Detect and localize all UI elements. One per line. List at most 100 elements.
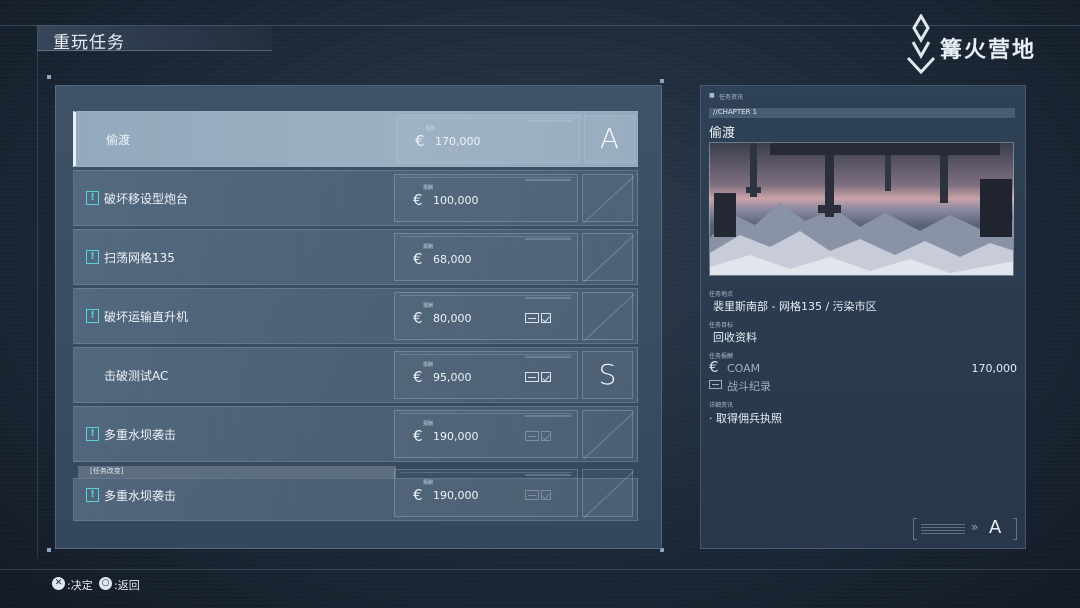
alert-icon: ! bbox=[86, 191, 99, 205]
detail-header-marker: ■ bbox=[709, 92, 715, 99]
detail-mission-title: 偷渡 bbox=[709, 126, 736, 141]
rank-letter: S bbox=[598, 358, 617, 391]
coam-icon: € bbox=[413, 191, 423, 209]
special-label: 详细资讯 bbox=[709, 402, 734, 409]
reward-label: 报酬 bbox=[423, 185, 434, 191]
alert-icon: ! bbox=[86, 427, 99, 441]
reward-box: 报酬 €95,000 bbox=[394, 351, 578, 399]
location-label: 任务地点 bbox=[709, 291, 734, 298]
rank-box bbox=[582, 410, 633, 458]
detail-rank-footer: » A bbox=[913, 517, 1017, 540]
battle-log-icon bbox=[525, 372, 551, 382]
mission-name: 多重水坝袭击 bbox=[104, 428, 177, 442]
mission-detail-panel: ■ 任务资讯 //CHAPTER 1 偷渡 任务地点 裴里斯南部 - 网格135… bbox=[700, 85, 1026, 549]
battle-log-icon bbox=[525, 490, 551, 500]
double-chevron-icon: » bbox=[971, 520, 979, 534]
mission-name: 多重水坝袭击 bbox=[104, 489, 177, 503]
flame-logo-icon bbox=[906, 14, 936, 75]
alert-icon: ! bbox=[86, 309, 99, 323]
mission-row[interactable]: ! 破坏运输直升机 报酬 €80,000 bbox=[73, 288, 638, 344]
cross-button-icon[interactable]: ✕ bbox=[52, 577, 65, 590]
chapter-label: //CHAPTER 1 bbox=[713, 108, 758, 116]
mission-row[interactable]: ! 多重水坝袭击 报酬 €190,000 bbox=[73, 469, 638, 521]
reward-value: 170,000 bbox=[435, 135, 481, 148]
logo-text: 篝火营地 bbox=[940, 38, 1037, 63]
left-frame-line bbox=[37, 26, 38, 558]
mission-change-tag: [任务改变] bbox=[78, 466, 396, 478]
coam-icon: € bbox=[413, 250, 423, 268]
mission-name: 破坏运输直升机 bbox=[104, 310, 189, 324]
bottom-frame-line bbox=[0, 569, 1080, 570]
reward-box: 报酬 €190,000 bbox=[394, 410, 578, 458]
rank-box bbox=[582, 233, 633, 281]
mission-row[interactable]: ! 多重水坝袭击 报酬 €190,000 bbox=[73, 406, 638, 462]
reward-row: € COAM 170,000 bbox=[709, 358, 1018, 376]
alert-icon: ! bbox=[86, 250, 99, 264]
detail-header-label: 任务资讯 bbox=[719, 94, 744, 101]
battle-log-icon bbox=[525, 313, 551, 323]
mission-row[interactable]: 击破测试AC 报酬 €95,000 S bbox=[73, 347, 638, 403]
detail-rank-letter: A bbox=[989, 517, 1002, 538]
bracket-left bbox=[913, 518, 917, 540]
reward-box: 报酬 €100,000 bbox=[394, 174, 578, 222]
reward-label: 报酬 bbox=[423, 244, 434, 250]
coam-icon: € bbox=[709, 358, 719, 376]
coam-icon: € bbox=[413, 427, 423, 445]
chapter-bar: //CHAPTER 1 bbox=[709, 108, 1015, 118]
screen-title: 重玩任务 bbox=[53, 33, 125, 53]
mission-row[interactable]: ! 破坏移设型炮台 报酬 €100,000 bbox=[73, 170, 638, 226]
battle-log-row: 战斗纪录 bbox=[709, 378, 909, 393]
reward-box: 报酬 €190,000 bbox=[394, 469, 578, 517]
coam-icon: € bbox=[413, 368, 423, 386]
mission-preview-image bbox=[709, 142, 1014, 276]
reward-label: 报酬 bbox=[425, 126, 436, 132]
reward-value: 190,000 bbox=[433, 489, 479, 502]
alert-icon: ! bbox=[86, 488, 99, 502]
location-value: 裴里斯南部 - 网格135 / 污染市区 bbox=[713, 300, 877, 313]
back-label: :返回 bbox=[114, 579, 140, 592]
confirm-label: :决定 bbox=[67, 579, 93, 592]
mission-name: 击破测试AC bbox=[104, 369, 169, 383]
reward-label: 报酬 bbox=[423, 421, 434, 427]
rank-box: A bbox=[584, 115, 635, 163]
rank-box bbox=[582, 292, 633, 340]
objective-value: 回收资料 bbox=[713, 331, 757, 344]
battle-log-icon bbox=[525, 431, 551, 441]
reward-value: 68,000 bbox=[433, 253, 472, 266]
mission-name: 破坏移设型炮台 bbox=[104, 192, 189, 206]
reward-label: 报酬 bbox=[423, 480, 434, 486]
mission-row[interactable]: ! 扫荡网格135 报酬 €68,000 bbox=[73, 229, 638, 285]
circle-button-icon[interactable]: ○ bbox=[99, 577, 112, 590]
reward-currency: COAM bbox=[727, 362, 761, 375]
reward-value: 100,000 bbox=[433, 194, 479, 207]
reward-label: 报酬 bbox=[423, 303, 434, 309]
reward-value: 190,000 bbox=[433, 430, 479, 443]
battle-log-icon bbox=[709, 380, 722, 389]
battle-log-label: 战斗纪录 bbox=[727, 380, 771, 393]
reward-label: 报酬 bbox=[423, 362, 434, 368]
coam-icon: € bbox=[415, 132, 425, 150]
rank-box bbox=[582, 174, 633, 222]
rank-letter: A bbox=[599, 122, 620, 155]
reward-box: 报酬 €80,000 bbox=[394, 292, 578, 340]
rank-bars bbox=[921, 524, 965, 534]
mission-name: 偷渡 bbox=[106, 133, 131, 147]
coam-icon: € bbox=[413, 309, 423, 327]
reward-value: 95,000 bbox=[433, 371, 472, 384]
bracket-right bbox=[1013, 518, 1017, 540]
reward-box: 报酬 €68,000 bbox=[394, 233, 578, 281]
corner-marker bbox=[660, 79, 664, 83]
mission-row[interactable]: 偷渡 报酬 €170,000 A bbox=[73, 111, 638, 167]
coam-icon: € bbox=[413, 486, 423, 504]
rank-box: S bbox=[582, 351, 633, 399]
rank-box bbox=[582, 469, 633, 517]
special-value: · 取得佣兵执照 bbox=[709, 412, 782, 425]
objective-label: 任务目标 bbox=[709, 322, 734, 329]
reward-box: 报酬 €170,000 bbox=[396, 115, 580, 163]
mission-change-tag-label: [任务改变] bbox=[90, 467, 124, 475]
mission-name: 扫荡网格135 bbox=[104, 251, 175, 265]
watermark-logo: 篝火营地 bbox=[902, 12, 1072, 80]
corner-marker bbox=[47, 75, 51, 79]
reward-value: 80,000 bbox=[433, 312, 472, 325]
reward-amount: 170,000 bbox=[971, 362, 1018, 375]
